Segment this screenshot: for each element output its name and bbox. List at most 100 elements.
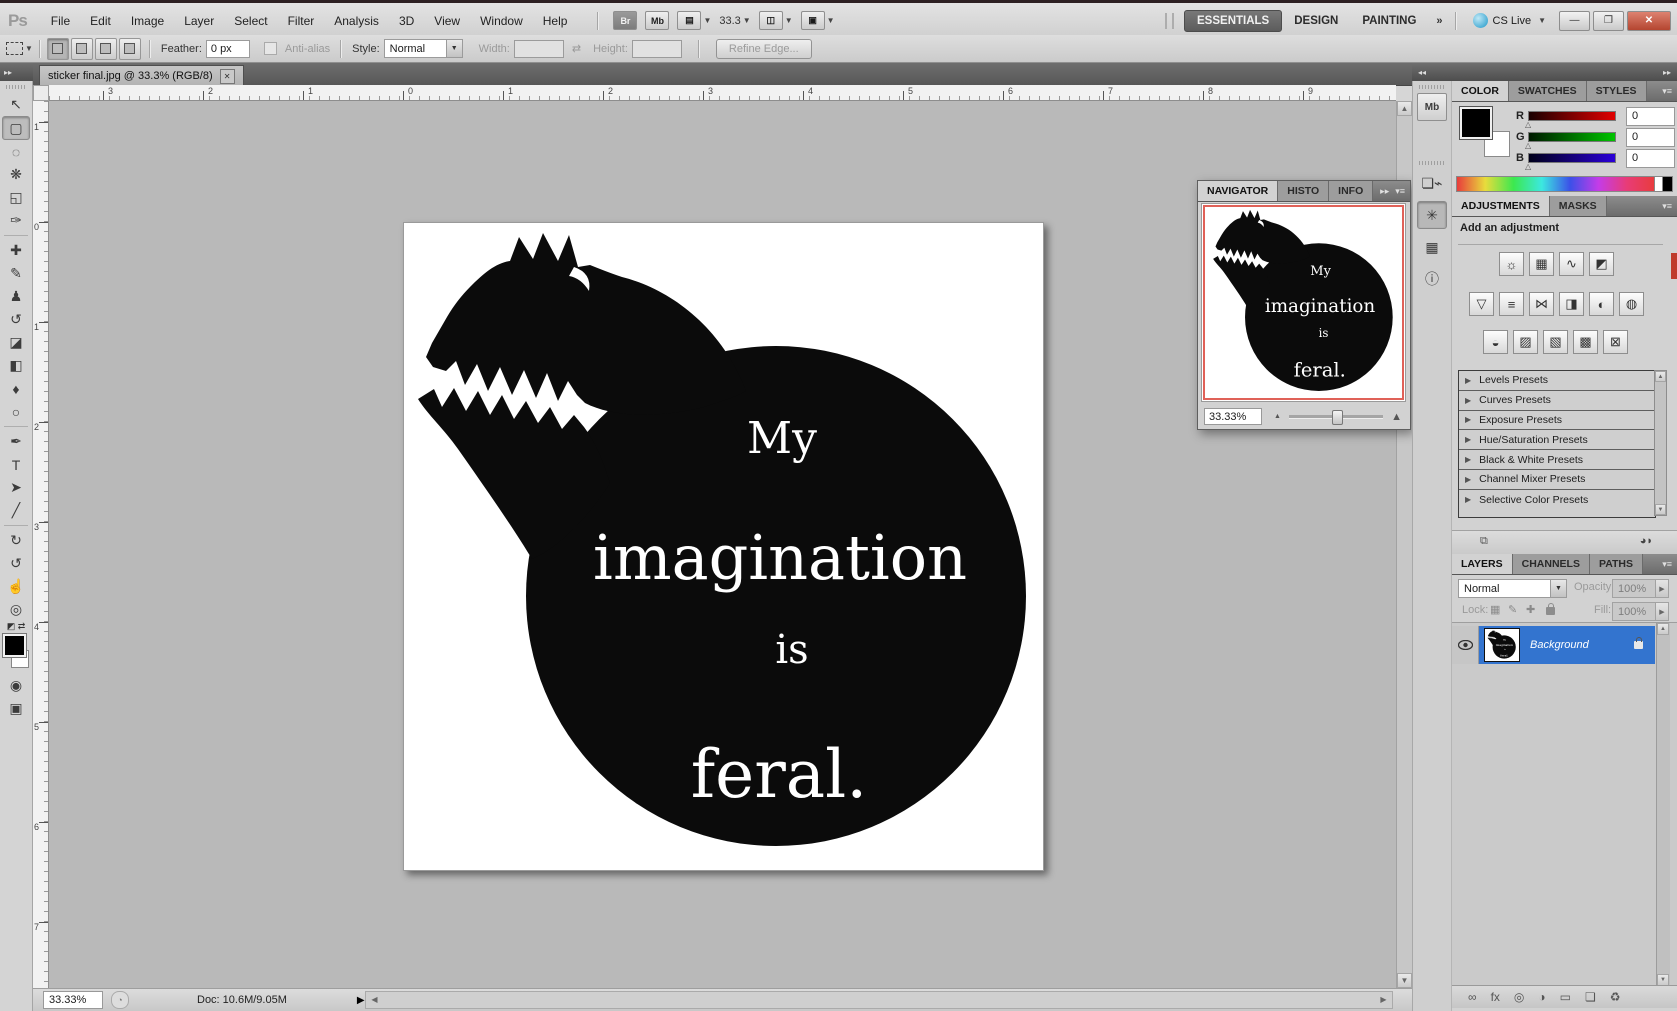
panel-tab[interactable]: MASKS (1550, 196, 1607, 216)
gradient-tool[interactable]: ◧ (3, 354, 29, 377)
scroll-up-icon[interactable]: ▲ (1655, 371, 1666, 382)
dock-collapse-header[interactable]: ◂◂ ▸▸ (1412, 63, 1677, 81)
toolbar-collapse-header[interactable]: ▸▸ (0, 63, 33, 81)
layer-row-background[interactable]: Background (1452, 626, 1655, 664)
eraser-tool[interactable]: ◪ (3, 331, 29, 354)
path-selection-tool[interactable]: ➤ (3, 476, 29, 499)
clone-stamp-tool[interactable]: ♟ (3, 285, 29, 308)
scroll-down-icon[interactable]: ▼ (1397, 973, 1412, 988)
clone-source-panel-icon[interactable]: ❏⌁ (1417, 169, 1447, 197)
disclosure-triangle-icon[interactable]: ▶ (1465, 396, 1471, 405)
new-selection-mode-button[interactable] (47, 38, 69, 60)
navigator-preview[interactable] (1202, 204, 1405, 401)
vibrance-icon[interactable]: ▽ (1469, 292, 1494, 316)
panel-menu-icon[interactable]: ▾≡ (1395, 186, 1405, 197)
scroll-up-icon[interactable]: ▲ (1657, 623, 1669, 635)
3d-rotate-tool[interactable]: ↻ (3, 529, 29, 552)
threshold-icon[interactable]: ▧ (1543, 330, 1568, 354)
3d-orbit-tool[interactable]: ↺ (3, 552, 29, 575)
lock-pixels-icon[interactable]: ✎ (1508, 603, 1517, 616)
workspace-button[interactable]: ESSENTIALS (1184, 10, 1282, 32)
navigator-zoom-slider[interactable] (1289, 415, 1383, 419)
subtract-selection-mode-button[interactable] (95, 38, 117, 60)
status-menu-arrow[interactable]: ▶ (357, 995, 365, 1006)
color-spectrum-ramp[interactable] (1456, 176, 1656, 192)
new-group-icon[interactable]: ▭ (1560, 990, 1571, 1004)
menu-item[interactable]: Analysis (324, 10, 389, 32)
slider-thumb[interactable] (1332, 410, 1343, 425)
workspace-button[interactable]: PAINTING (1350, 11, 1428, 31)
layer-style-icon[interactable]: fx (1491, 990, 1500, 1004)
canvas[interactable]: My imagination is feral. (403, 222, 1044, 871)
menu-item[interactable]: 3D (389, 10, 424, 32)
channel-value-input[interactable]: 0 (1626, 149, 1675, 168)
color-balance-icon[interactable]: ⋈ (1529, 292, 1554, 316)
status-rotate-icon[interactable]: ◔ (111, 991, 129, 1009)
info-panel-icon[interactable]: ⓘ (1417, 265, 1447, 293)
preset-row[interactable]: ▶ Hue/Saturation Presets (1459, 430, 1655, 450)
document-tab[interactable]: sticker final.jpg @ 33.3% (RGB/8) ✕ (39, 65, 244, 86)
layer-name[interactable]: Background (1530, 639, 1634, 651)
zoom-in-icon[interactable]: ▲ (1391, 411, 1402, 423)
channel-value-input[interactable]: 0 (1626, 128, 1675, 147)
panel-tab[interactable]: ADJUSTMENTS (1452, 196, 1550, 216)
arrange-documents-button[interactable]: ◫ ▼ (759, 11, 793, 30)
disclosure-triangle-icon[interactable]: ▶ (1465, 415, 1471, 424)
menu-item[interactable]: File (41, 10, 80, 32)
workspace-overflow-chevron[interactable]: » (1436, 15, 1440, 27)
curves-icon[interactable]: ∿ (1559, 252, 1584, 276)
switch-panel-view-icon[interactable]: ⧉ (1480, 535, 1488, 548)
invert-icon[interactable]: ◒ (1483, 330, 1508, 354)
foreground-color-swatch[interactable] (3, 634, 26, 657)
zoom-level-button[interactable]: 33.3 ▼ (719, 15, 750, 27)
status-zoom-input[interactable]: 33.33% (43, 991, 103, 1009)
cs-live-button[interactable]: CS Live ▼ (1473, 13, 1546, 28)
slider-thumb[interactable]: △ (1525, 162, 1531, 171)
foreground-color-swatch[interactable] (1460, 107, 1492, 139)
refine-edge-button[interactable]: Refine Edge... (716, 39, 812, 59)
panel-tab[interactable]: COLOR (1452, 81, 1509, 101)
pen-tool[interactable]: ✒ (3, 430, 29, 453)
menu-item[interactable]: Help (533, 10, 578, 32)
line-tool[interactable]: ╱ (3, 499, 29, 522)
disclosure-triangle-icon[interactable]: ▶ (1465, 475, 1471, 484)
blend-mode-select[interactable]: Normal ▼ (1458, 579, 1567, 598)
preset-row[interactable]: ▶ Selective Color Presets (1459, 490, 1655, 510)
intersect-selection-mode-button[interactable] (119, 38, 141, 60)
preset-row[interactable]: ▶ Black & White Presets (1459, 450, 1655, 470)
scroll-up-icon[interactable]: ▲ (1397, 101, 1412, 116)
panel-menu-icon[interactable]: ▾≡ (1662, 196, 1677, 216)
menu-item[interactable]: Window (470, 10, 533, 32)
horizontal-scrollbar[interactable]: ◀ ▶ (365, 991, 1393, 1009)
lock-position-icon[interactable]: ✚ (1526, 603, 1535, 616)
clip-to-layer-icon[interactable]: ◕◗ (1640, 535, 1653, 547)
navigator-zoom-input[interactable]: 33.33% (1204, 408, 1262, 425)
zoom-tool[interactable]: ◎ (3, 598, 29, 621)
collapse-panels-icon[interactable]: ◂◂ (1418, 68, 1426, 77)
blur-tool[interactable]: ♦ (3, 377, 29, 400)
add-layer-mask-icon[interactable]: ◎ (1514, 990, 1524, 1004)
preset-row[interactable]: ▶ Exposure Presets (1459, 411, 1655, 431)
menu-item[interactable]: Image (121, 10, 174, 32)
histogram-panel-icon[interactable]: ▦ (1417, 233, 1447, 261)
tool-preset-picker[interactable]: ▼ (6, 42, 33, 55)
quick-selection-tool[interactable]: ❋ (3, 163, 29, 186)
delete-layer-icon[interactable]: ♻ (1610, 990, 1621, 1004)
menu-item[interactable]: Edit (80, 10, 121, 32)
width-input[interactable] (514, 40, 564, 58)
channel-slider[interactable]: △ (1528, 111, 1616, 121)
eyedropper-tool[interactable]: ✑ (3, 209, 29, 232)
channel-mixer-icon[interactable]: ◍ (1619, 292, 1644, 316)
feather-input[interactable]: 0 px (206, 40, 250, 58)
posterize-icon[interactable]: ▨ (1513, 330, 1538, 354)
default-colors-icon[interactable]: ◩ ⇄ (0, 621, 32, 632)
screen-mode-button[interactable]: ▣ ▼ (801, 11, 835, 30)
opacity-value[interactable]: 100% (1612, 579, 1658, 598)
add-selection-mode-button[interactable] (71, 38, 93, 60)
rectangular-marquee-tool[interactable]: ▢ (2, 116, 30, 140)
fill-value[interactable]: 100% (1612, 602, 1658, 621)
close-button[interactable]: ✕ (1627, 11, 1671, 31)
crop-tool[interactable]: ◱ (3, 186, 29, 209)
quick-mask-button[interactable]: ◉ (3, 674, 29, 697)
type-tool[interactable]: T (3, 453, 29, 476)
